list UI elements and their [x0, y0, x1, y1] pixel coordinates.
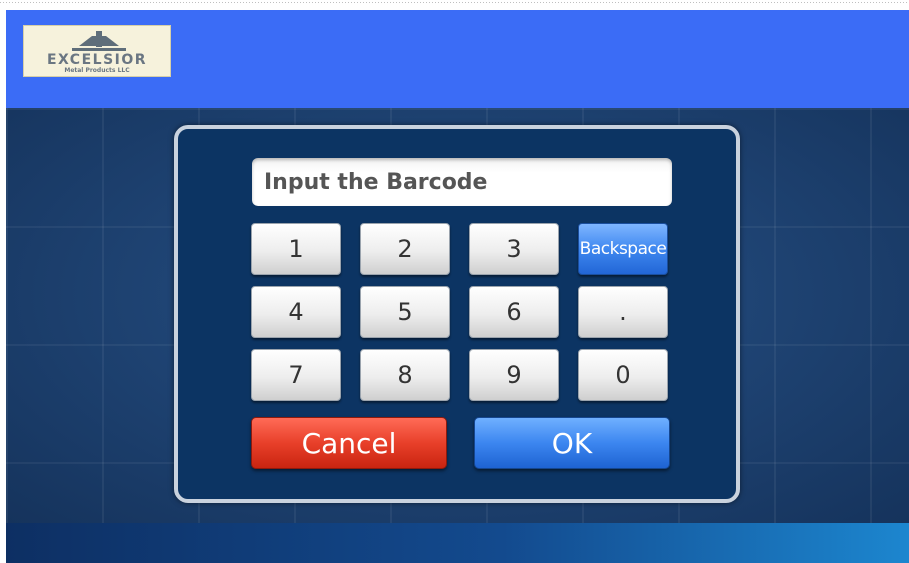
key-8[interactable]: 8 [360, 349, 450, 401]
key-7[interactable]: 7 [251, 349, 341, 401]
company-logo: EXCELSIOR Metal Products LLC [23, 25, 171, 77]
logo-name-text: EXCELSIOR [47, 52, 147, 68]
key-9[interactable]: 9 [469, 349, 559, 401]
key-2[interactable]: 2 [360, 223, 450, 275]
header-bar: EXCELSIOR Metal Products LLC [6, 10, 909, 108]
cancel-button[interactable]: Cancel [251, 417, 447, 469]
ok-button[interactable]: OK [474, 417, 670, 469]
barcode-input[interactable] [252, 158, 672, 206]
key-6[interactable]: 6 [469, 286, 559, 338]
backspace-button[interactable]: Backspace [578, 223, 668, 275]
logo-subtitle-text: Metal Products LLC [64, 67, 130, 74]
key-3[interactable]: 3 [469, 223, 559, 275]
key-1[interactable]: 1 [251, 223, 341, 275]
footer-bar [6, 523, 909, 563]
app-window: EXCELSIOR Metal Products LLC 1 2 3 Backs… [6, 6, 909, 563]
key-decimal-point[interactable]: . [578, 286, 668, 338]
key-5[interactable]: 5 [360, 286, 450, 338]
key-4[interactable]: 4 [251, 286, 341, 338]
key-0[interactable]: 0 [578, 349, 668, 401]
logo-mark-icon: EXCELSIOR Metal Products LLC [47, 31, 147, 74]
